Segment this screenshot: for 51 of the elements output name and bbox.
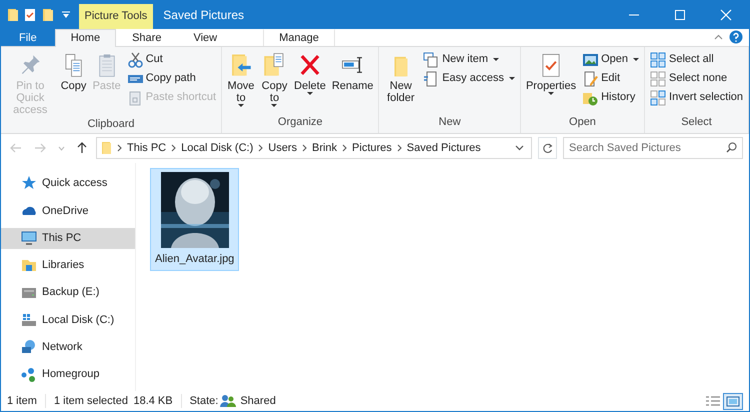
group-label: Select xyxy=(680,115,713,130)
ribbon-button[interactable]: Edit xyxy=(580,70,642,88)
ribbon-button[interactable]: Move to xyxy=(225,48,257,114)
state-label: State: xyxy=(190,394,218,409)
nav-item[interactable]: OneDrive xyxy=(1,200,135,222)
ribbon-button[interactable]: Select all xyxy=(648,50,745,69)
file-item[interactable]: Alien_Avatar.jpg xyxy=(150,168,240,272)
ribbon-button[interactable]: Copy path xyxy=(124,70,218,88)
breadcrumb-item[interactable]: This PC xyxy=(127,140,166,156)
group-label: Clipboard xyxy=(86,116,136,132)
ribbon-button[interactable]: Open xyxy=(580,50,642,69)
nav-item[interactable]: Quick access xyxy=(1,172,135,194)
ribbon-tab[interactable]: Manage xyxy=(263,28,335,46)
ribbon-button[interactable]: Cut xyxy=(124,50,218,69)
ribbon-button[interactable]: Select none xyxy=(648,70,745,88)
ribbon-tab[interactable]: Share xyxy=(116,28,178,46)
ribbon-button[interactable]: Invert selection xyxy=(648,88,745,107)
context-tab-header: Picture Tools xyxy=(78,4,154,29)
ribbon-button[interactable]: History xyxy=(580,88,642,107)
ribbon-button[interactable]: Copy xyxy=(58,48,89,116)
ribbon-button[interactable]: Properties xyxy=(524,48,578,114)
ribbon-button[interactable]: Easy access xyxy=(421,70,517,88)
nav-item[interactable]: Homegroup xyxy=(1,364,135,386)
breadcrumb-item[interactable]: Users xyxy=(268,140,297,156)
file-size: 18.4 KB xyxy=(133,394,173,409)
ribbon-button[interactable]: Rename xyxy=(330,48,376,114)
nav-item[interactable]: Network xyxy=(1,336,135,358)
ribbon-tab[interactable]: File xyxy=(1,28,55,46)
search-field[interactable]: Search Saved Pictures xyxy=(563,137,743,160)
ribbon-button[interactable]: New folder xyxy=(382,48,420,114)
ribbon-button[interactable]: Delete xyxy=(292,48,328,114)
nav-item[interactable]: Libraries xyxy=(1,254,135,276)
nav-item[interactable]: Local Disk (C:) xyxy=(1,309,135,330)
window-title: Saved Pictures xyxy=(162,6,245,24)
breadcrumb-item[interactable]: Local Disk (C:) xyxy=(181,140,254,156)
ribbon-button[interactable]: Copy to xyxy=(258,48,290,114)
breadcrumb-item[interactable]: Pictures xyxy=(352,140,392,156)
ribbon-tab[interactable]: Home xyxy=(54,28,116,47)
selection-count: 1 item selected xyxy=(54,394,128,409)
breadcrumb-item[interactable]: Saved Pictures xyxy=(406,140,481,156)
nav-item[interactable]: This PC xyxy=(1,228,135,249)
ribbon-tab[interactable]: View xyxy=(177,28,234,46)
group-label: New xyxy=(438,115,462,130)
ribbon-button[interactable]: New item xyxy=(421,50,517,69)
group-label: Organize xyxy=(276,115,324,130)
group-label: Open xyxy=(568,115,597,130)
sharing-state: Shared xyxy=(240,394,276,409)
address-field[interactable]: This PC Local Disk (C:) Users Brink Pictures Saved Pictures xyxy=(96,137,532,160)
item-count: 1 item xyxy=(7,394,37,409)
nav-item[interactable]: Backup (E:) xyxy=(1,282,135,304)
breadcrumb-item[interactable]: Brink xyxy=(312,140,338,156)
